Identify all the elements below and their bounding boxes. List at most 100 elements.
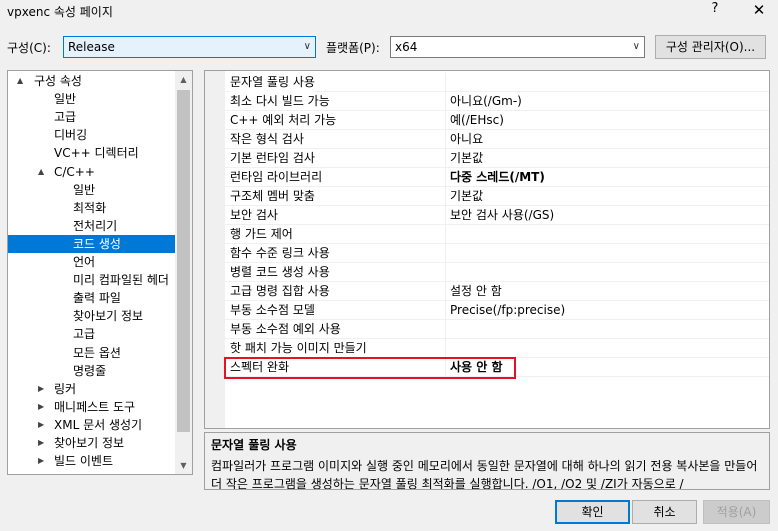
window-title: vpxenc 속성 페이지 [7,5,113,19]
tree-item[interactable]: 일반 [8,90,178,108]
property-row[interactable]: C++ 예외 처리 가능 예(/EHsc) [225,111,769,130]
tree-item[interactable]: 고급 [8,325,178,343]
property-name: 함수 수준 링크 사용 [230,246,330,260]
property-name: 작은 형식 검사 [230,132,304,146]
property-tree[interactable]: ▲ 구성 속성 일반 고급 디버깅 VC++ 디렉터리 ▲ C/C++ 일반 최적화 전처리기 코드 … [7,70,193,475]
tree-item-label: 언어 [73,255,96,269]
tree-item[interactable]: 코드 생성 [8,234,178,253]
cancel-button[interactable]: 취소 [632,500,697,524]
tree-item-label: 고급 [54,110,77,125]
property-row[interactable]: 최소 다시 빌드 가능 아니요(/Gm-) [225,92,769,111]
collapsed-arrow-icon[interactable]: ▶ [38,452,44,470]
tree-item[interactable]: 디버깅 [8,126,178,144]
property-value[interactable]: 보안 검사 사용(/GS) [445,206,769,225]
property-name: 핫 패치 가능 이미지 만들기 [230,341,367,355]
tree-item[interactable]: 찾아보기 정보 [8,307,178,325]
property-value[interactable]: 아니요(/Gm-) [445,92,769,111]
property-value[interactable]: 설정 안 함 [445,282,769,301]
collapsed-arrow-icon[interactable]: ▶ [38,434,44,452]
ok-button[interactable]: 확인 [555,500,630,524]
collapsed-arrow-icon[interactable]: ▶ [38,380,44,398]
property-value[interactable]: 다중 스레드(/MT) [445,168,769,187]
property-name: 기본 런타임 검사 [230,151,315,165]
tree-item-label: 모든 옵션 [73,345,121,360]
collapsed-arrow-icon[interactable]: ▶ [38,416,44,434]
tree-item-label: 일반 [73,182,96,197]
chevron-down-icon: ∨ [632,41,640,52]
property-name: 고급 명령 집합 사용 [230,284,330,298]
property-name: C++ 예외 처리 가능 [230,113,337,127]
property-value[interactable]: 기본값 [445,187,769,206]
property-row[interactable]: 행 가드 제어 [225,225,769,244]
tree-item[interactable]: ▲ C/C++ [8,163,178,181]
property-value[interactable]: 예(/EHsc) [445,111,769,130]
tree-item[interactable]: ▶ 매니페스트 도구 [8,398,178,416]
property-name: 최소 다시 빌드 가능 [230,94,330,108]
property-row[interactable]: 부동 소수점 예외 사용 [225,320,769,339]
tree-item[interactable]: ▶ 빌드 이벤트 [8,452,178,470]
property-row[interactable]: 함수 수준 링크 사용 [225,244,769,263]
tree-item[interactable]: 고급 [8,108,178,126]
scrollbar-thumb[interactable] [177,90,190,432]
tree-item[interactable]: 일반 [8,181,178,199]
property-row[interactable]: 문자열 풀링 사용 [225,73,769,92]
tree-item-label: 일반 [54,92,77,107]
property-row[interactable]: 고급 명령 집합 사용 설정 안 함 [225,282,769,301]
tree-item-label: VC++ 디렉터리 [54,146,139,161]
tree-item-label: 최적화 [73,200,107,215]
platform-dropdown[interactable]: x64 ∨ [390,36,645,58]
description-title: 문자열 풀링 사용 [211,438,297,452]
expanded-arrow-icon[interactable]: ▲ [17,72,23,90]
configuration-dropdown[interactable]: Release ∨ [63,36,316,58]
property-value[interactable] [445,225,769,244]
property-row[interactable]: 기본 런타임 검사 기본값 [225,149,769,168]
property-row[interactable]: 부동 소수점 모델 Precise(/fp:precise) [225,301,769,320]
tree-item[interactable]: ▶ 찾아보기 정보 [8,434,178,452]
tree-item[interactable]: 명령줄 [8,362,178,380]
property-value[interactable] [445,320,769,339]
property-value[interactable]: Precise(/fp:precise) [445,301,769,320]
configuration-manager-button[interactable]: 구성 관리자(O)... [655,35,766,59]
tree-item[interactable]: 출력 파일 [8,289,178,307]
tree-item[interactable]: 언어 [8,253,178,271]
platform-label: 플랫폼(P): [326,41,380,55]
tree-item-label: 출력 파일 [73,291,121,306]
tree-item[interactable]: ▶ 링커 [8,380,178,398]
tree-item[interactable]: 미리 컴파일된 헤더 [8,271,178,289]
apply-button[interactable]: 적용(A) [703,500,770,524]
close-icon: ✕ [752,1,766,19]
tree-item[interactable]: 전처리기 [8,217,178,235]
expanded-arrow-icon[interactable]: ▲ [38,163,44,181]
tree-item[interactable]: 최적화 [8,199,178,217]
property-row[interactable]: 런타임 라이브러리 다중 스레드(/MT) [225,168,769,187]
property-value[interactable]: 기본값 [445,149,769,168]
tree-item-label: 고급 [73,327,96,342]
tree-item[interactable]: VC++ 디렉터리 [8,144,178,162]
property-row[interactable]: 핫 패치 가능 이미지 만들기 [225,339,769,358]
property-name: 구조체 멤버 맞춤 [230,189,315,203]
property-value[interactable] [445,263,769,282]
property-value[interactable] [445,339,769,358]
configuration-value: Release [68,40,115,54]
property-row[interactable]: 병렬 코드 생성 사용 [225,263,769,282]
tree-item[interactable]: ▶ XML 문서 생성기 [8,416,178,434]
property-name: 보안 검사 [230,208,278,222]
close-button[interactable]: ✕ [745,0,773,20]
property-value[interactable]: 아니요 [445,130,769,149]
tree-item[interactable]: 모든 옵션 [8,344,178,362]
property-row[interactable]: 보안 검사 보안 검사 사용(/GS) [225,206,769,225]
property-value[interactable] [445,244,769,263]
tree-item[interactable]: ▲ 구성 속성 [8,72,178,90]
tree-scrollbar[interactable]: ▲ ▼ [175,71,192,474]
collapsed-arrow-icon[interactable]: ▶ [38,398,44,416]
scroll-down-icon[interactable]: ▼ [175,457,192,474]
description-panel: 문자열 풀링 사용 컴파일러가 프로그램 이미지와 실행 중인 메모리에서 동일… [204,432,770,490]
title-bar [0,0,778,22]
tree-item-label: 빌드 이벤트 [54,454,114,469]
property-row[interactable]: 작은 형식 검사 아니요 [225,130,769,149]
property-value[interactable] [445,73,769,92]
help-button[interactable]: ? [707,1,723,19]
property-row[interactable]: 구조체 멤버 맞춤 기본값 [225,187,769,206]
property-name: 부동 소수점 예외 사용 [230,322,341,336]
scroll-up-icon[interactable]: ▲ [175,71,192,88]
